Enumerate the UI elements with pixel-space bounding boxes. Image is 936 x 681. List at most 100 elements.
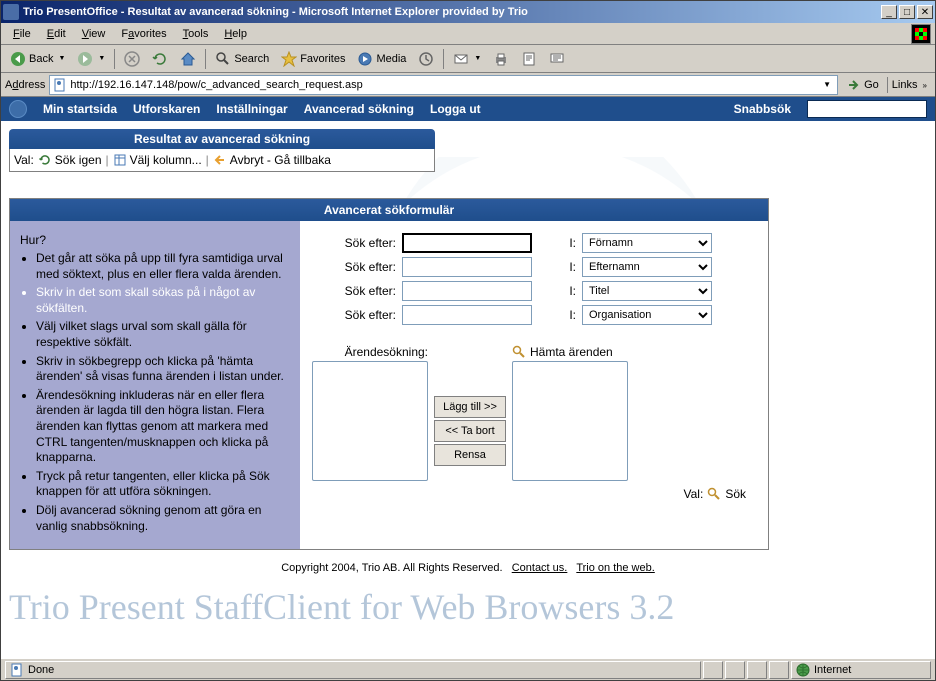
globe-icon	[796, 663, 810, 677]
menu-help[interactable]: Help	[216, 26, 255, 42]
minimize-button[interactable]: _	[881, 5, 897, 19]
help-heading: Hur?	[20, 233, 290, 247]
stop-button[interactable]	[119, 48, 145, 70]
status-text: Done	[5, 661, 701, 679]
menu-view[interactable]: View	[74, 26, 114, 42]
field-select-3[interactable]: Titel	[582, 281, 712, 301]
mail-button[interactable]: ▼	[448, 48, 486, 70]
titlebar-text: Trio PresentOffice - Resultat av avancer…	[23, 6, 881, 18]
search-input-3[interactable]	[402, 281, 532, 301]
history-icon	[418, 51, 434, 67]
help-item: Välj vilket slags urval som skall gälla …	[36, 319, 290, 350]
search-label: Sök efter:	[312, 308, 396, 322]
help-item: Dölj avancerad sökning genom att göra en…	[36, 503, 290, 534]
add-button[interactable]: Lägg till >>	[434, 396, 506, 418]
search-input-2[interactable]	[402, 257, 532, 277]
chevron-down-icon[interactable]: ▼	[819, 80, 835, 89]
history-button[interactable]	[413, 48, 439, 70]
val-label: Val:	[684, 487, 704, 501]
search-button[interactable]: Sök	[725, 487, 746, 501]
search-button[interactable]: Search	[210, 48, 274, 70]
menu-favorites[interactable]: Favorites	[113, 26, 174, 42]
i-label: I:	[538, 260, 576, 274]
nav-settings[interactable]: Inställningar	[216, 102, 287, 116]
forward-button[interactable]: ▼	[72, 48, 110, 70]
chevron-down-icon: ▼	[98, 55, 105, 62]
discuss-button[interactable]	[544, 48, 570, 70]
columns-icon	[113, 153, 127, 167]
stop-icon	[124, 51, 140, 67]
nav-advsearch[interactable]: Avancerad sökning	[304, 102, 414, 116]
nav-logout[interactable]: Logga ut	[430, 102, 481, 116]
back-arrow-icon	[213, 153, 227, 167]
help-item: Det går att söka på upp till fyra samtid…	[36, 251, 290, 282]
edit-icon	[521, 51, 537, 67]
nav-startpage[interactable]: Min startsida	[43, 102, 117, 116]
choose-columns-link[interactable]: Välj kolumn...	[113, 153, 202, 167]
menu-tools[interactable]: Tools	[175, 26, 217, 42]
refresh-button[interactable]	[147, 48, 173, 70]
result-panel: Resultat av avancerad sökning Val: Sök i…	[9, 129, 435, 172]
status-slot	[725, 661, 745, 679]
print-button[interactable]	[488, 48, 514, 70]
forward-icon	[77, 51, 93, 67]
home-button[interactable]	[175, 48, 201, 70]
edit-button[interactable]	[516, 48, 542, 70]
help-item: Ärendesökning inkluderas när en eller fl…	[36, 388, 290, 466]
address-label: Address	[5, 79, 45, 91]
cancel-back-link[interactable]: Avbryt - Gå tillbaka	[213, 153, 331, 167]
case-source-list[interactable]	[312, 361, 428, 481]
search-label: Sök efter:	[312, 236, 396, 250]
statusbar: Done Internet	[1, 658, 935, 680]
address-input[interactable]: http://192.16.147.148/pow/c_advanced_sea…	[49, 75, 838, 95]
page-content: Trio Present StaffClient for Web Browser…	[1, 97, 935, 658]
status-slot	[747, 661, 767, 679]
contact-link[interactable]: Contact us.	[512, 562, 568, 574]
address-text: http://192.16.147.148/pow/c_advanced_sea…	[70, 79, 819, 91]
maximize-button[interactable]: □	[899, 5, 915, 19]
case-target-list[interactable]	[512, 361, 628, 481]
refresh-icon	[152, 51, 168, 67]
val-label: Val:	[14, 153, 34, 167]
result-header: Resultat av avancerad sökning	[9, 129, 435, 149]
favorites-button[interactable]: Favorites	[276, 48, 350, 70]
form-header: Avancerat sökformulär	[10, 199, 768, 221]
footer: Copyright 2004, Trio AB. All Rights Rese…	[1, 558, 935, 578]
ie-logo-icon	[911, 24, 931, 44]
help-pane: Hur? Det går att söka på upp till fyra s…	[10, 221, 300, 549]
menu-edit[interactable]: Edit	[39, 26, 74, 42]
links-button[interactable]: Links »	[887, 77, 931, 93]
chevron-down-icon: ▼	[58, 55, 65, 62]
close-button[interactable]: ✕	[917, 5, 933, 19]
menu-file[interactable]: File	[5, 26, 39, 42]
quicksearch-input[interactable]	[807, 100, 927, 118]
field-select-2[interactable]: Efternamn	[582, 257, 712, 277]
media-button[interactable]: Media	[352, 48, 411, 70]
field-select-4[interactable]: Organisation	[582, 305, 712, 325]
back-button[interactable]: Back ▼	[5, 48, 70, 70]
search-fields-pane: Sök efter: I: Förnamn Sök efter: I: Efte…	[300, 221, 768, 549]
i-label: I:	[538, 308, 576, 322]
search-label: Sök efter:	[312, 284, 396, 298]
go-button[interactable]: Go	[842, 75, 883, 95]
security-zone: Internet	[791, 661, 931, 679]
fetch-cases-link[interactable]: Hämta ärenden	[512, 345, 628, 359]
app-icon	[3, 4, 19, 20]
field-select-1[interactable]: Förnamn	[582, 233, 712, 253]
navbar: Min startsida Utforskaren Inställningar …	[1, 97, 935, 121]
search-input-4[interactable]	[402, 305, 532, 325]
remove-button[interactable]: << Ta bort	[434, 420, 506, 442]
status-slot	[703, 661, 723, 679]
page-icon	[10, 663, 24, 677]
search-input-1[interactable]	[402, 233, 532, 253]
clear-button[interactable]: Rensa	[434, 444, 506, 466]
home-icon	[180, 51, 196, 67]
chevron-down-icon: ▼	[474, 55, 481, 62]
go-icon	[846, 77, 862, 93]
addressbar: Address http://192.16.147.148/pow/c_adva…	[1, 73, 935, 97]
nav-explorer[interactable]: Utforskaren	[133, 102, 200, 116]
search-again-link[interactable]: Sök igen	[38, 153, 102, 167]
trio-web-link[interactable]: Trio on the web.	[576, 562, 654, 574]
back-icon	[10, 51, 26, 67]
star-icon	[281, 51, 297, 67]
